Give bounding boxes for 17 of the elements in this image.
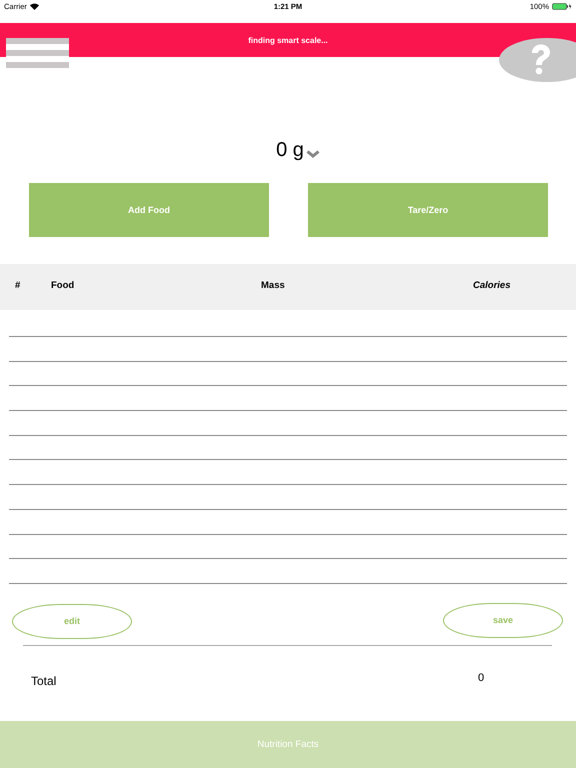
- chevron-down-icon[interactable]: [306, 150, 320, 158]
- total-value: 0: [478, 672, 484, 684]
- action-button[interactable]: Add Food: [29, 183, 269, 237]
- banner-message: finding smart scale...: [248, 36, 328, 44]
- help-icon[interactable]: [499, 38, 576, 82]
- nutrition-facts-button[interactable]: Nutrition Facts: [0, 721, 576, 768]
- action-button[interactable]: Tare/Zero: [308, 183, 548, 237]
- column-header: #: [15, 280, 20, 291]
- total-label: Total: [31, 674, 56, 688]
- save-button[interactable]: save: [443, 602, 563, 638]
- battery-icon: [552, 2, 572, 10]
- weight-reading: 0 g: [276, 139, 304, 162]
- column-header: Food: [51, 280, 74, 291]
- edit-button[interactable]: edit: [12, 604, 132, 639]
- column-header: Calories: [473, 280, 510, 291]
- wifi-icon: [30, 2, 39, 10]
- column-header: Mass: [261, 280, 285, 291]
